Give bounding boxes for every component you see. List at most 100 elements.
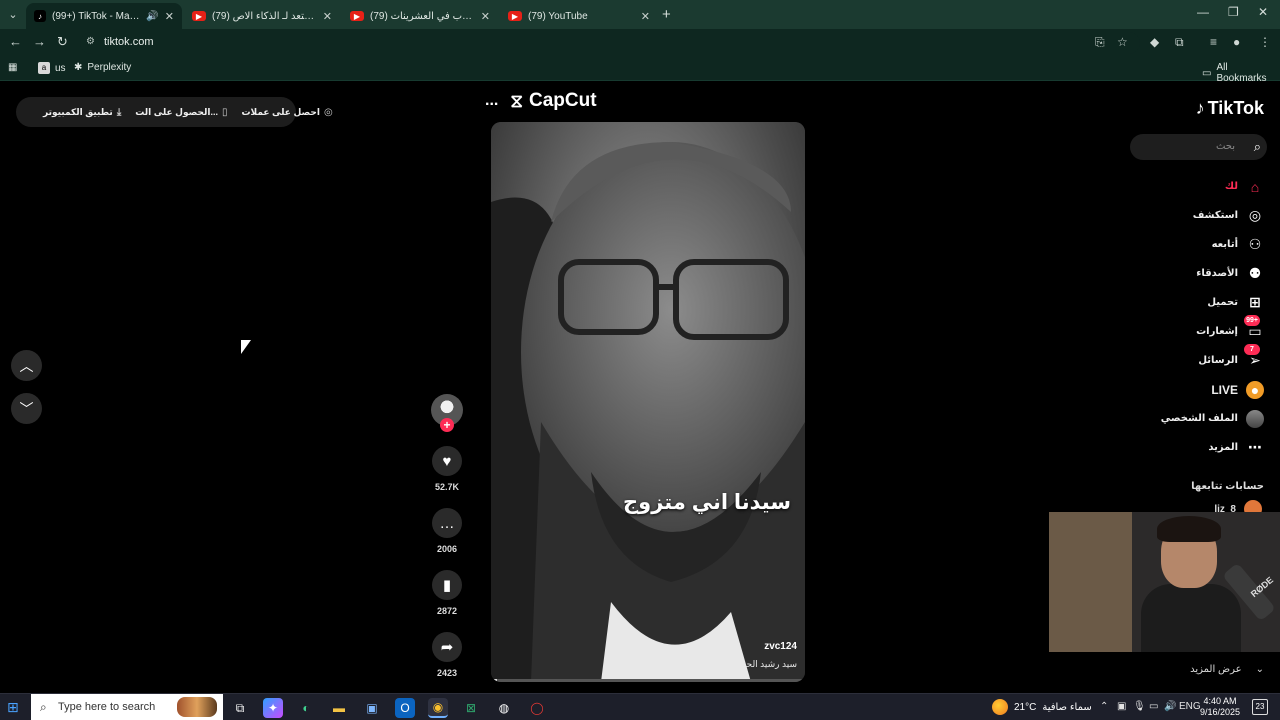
tab-youtube[interactable]: ▶ (79) YouTube ✕ bbox=[500, 3, 658, 29]
all-bookmarks[interactable]: ▭ All Bookmarks bbox=[1202, 62, 1280, 84]
video-player[interactable]: سيدنا اني متزوج zvc124 #سيد رشيد الحسيني bbox=[491, 122, 805, 682]
desktop-app-link[interactable]: تطبيق الكمبيوتر ⤓ bbox=[43, 107, 121, 118]
windows-start-icon[interactable]: ⊞ bbox=[7, 699, 19, 716]
back-icon[interactable]: ← bbox=[9, 34, 22, 49]
video-description[interactable]: #سيد رشيد الحسيني bbox=[721, 659, 797, 670]
mobile-app-link[interactable]: الحصول على الت... ▯ bbox=[135, 107, 227, 118]
volume-icon[interactable]: 🔊 bbox=[1164, 701, 1176, 712]
reading-list-icon[interactable]: ≡ bbox=[1210, 35, 1217, 49]
bookmark-star-icon[interactable]: ☆ bbox=[1117, 35, 1128, 49]
nav-live[interactable]: LIVE ● bbox=[1134, 375, 1264, 404]
obs-icon[interactable]: ◍ bbox=[494, 698, 514, 718]
tab-title: (79) أزمة الشباب في العشرينات ... bbox=[370, 10, 475, 22]
heart-icon[interactable]: ♥ bbox=[432, 446, 462, 476]
nav-label: الملف الشخصي bbox=[1160, 413, 1238, 424]
show-more-link[interactable]: عرض المزيد ⌄ bbox=[1190, 664, 1264, 675]
nav-label: استكشف bbox=[1192, 210, 1238, 221]
profile-avatar[interactable]: ● bbox=[1233, 35, 1240, 49]
creator-avatar[interactable]: + bbox=[431, 394, 463, 432]
task-view-icon[interactable]: ⧉ bbox=[230, 698, 250, 718]
tray-overflow-icon[interactable]: ⌃ bbox=[1100, 701, 1108, 712]
network-icon[interactable]: ▭ bbox=[1149, 701, 1158, 712]
amazon-icon: a bbox=[38, 62, 50, 74]
nav-explore[interactable]: استكشف ◎ bbox=[1134, 201, 1264, 230]
chrome-icon[interactable]: ◉ bbox=[428, 698, 448, 718]
follow-plus-icon[interactable]: + bbox=[440, 418, 454, 432]
nav-for-you[interactable]: لك ⌂ bbox=[1134, 172, 1264, 201]
nav-messages[interactable]: الرسائل ➢ 7 bbox=[1134, 343, 1264, 375]
tiktok-icon: ♪ bbox=[34, 10, 46, 22]
close-tab-icon[interactable]: ✕ bbox=[481, 10, 490, 23]
search-icon[interactable]: ⌕ bbox=[1254, 139, 1261, 155]
microphone-icon[interactable]: 🎙 bbox=[1133, 701, 1146, 712]
nav-notifications[interactable]: إشعارات ▭ 99+ bbox=[1134, 314, 1264, 346]
site-info-icon[interactable]: ⚙ bbox=[86, 36, 95, 47]
copilot-icon[interactable]: ✦ bbox=[263, 698, 283, 718]
save-action[interactable]: ▮ 2872 bbox=[430, 570, 464, 616]
more-options-icon[interactable]: ... bbox=[485, 92, 498, 110]
nav-upload[interactable]: تحميل ⊞ bbox=[1134, 288, 1264, 317]
bookmark-perplexity[interactable]: ✱ Perplexity bbox=[74, 62, 131, 73]
file-explorer-icon[interactable]: ▬ bbox=[329, 698, 349, 718]
address-bar[interactable]: ⚙ tiktok.com bbox=[80, 32, 1140, 54]
next-video-button[interactable]: ﹀ bbox=[11, 393, 42, 424]
extension-icon[interactable]: ◆ bbox=[1150, 35, 1159, 49]
nav-friends[interactable]: الأصدقاء ⚉ bbox=[1134, 259, 1264, 288]
comment-icon[interactable]: … bbox=[432, 508, 462, 538]
friends-icon: ⚉ bbox=[1248, 265, 1262, 281]
store-icon[interactable]: ▣ bbox=[362, 698, 382, 718]
close-tab-icon[interactable]: ✕ bbox=[165, 10, 174, 23]
forward-icon[interactable]: → bbox=[33, 34, 46, 49]
messages-badge: 7 bbox=[1244, 343, 1260, 355]
tray-app-icon[interactable]: ▣ bbox=[1117, 701, 1126, 712]
new-tab-button[interactable]: + bbox=[662, 6, 671, 23]
install-app-icon[interactable]: ⎘ bbox=[1095, 35, 1105, 50]
desktop-app-label: تطبيق الكمبيوتر bbox=[43, 106, 113, 117]
search-input[interactable]: بحث ⌕ bbox=[1130, 134, 1267, 160]
bookmark-icon[interactable]: ▮ bbox=[432, 570, 462, 600]
language-indicator[interactable]: ENG bbox=[1179, 701, 1201, 712]
close-tab-icon[interactable]: ✕ bbox=[323, 10, 332, 23]
speaker-icon[interactable]: 🔊 bbox=[146, 11, 158, 22]
share-icon[interactable]: ➦ bbox=[432, 632, 462, 662]
nav-label: المزيد bbox=[1208, 442, 1238, 453]
following-accounts-header: حسابات تتابعها bbox=[1191, 481, 1264, 492]
nav-following[interactable]: أتابعه ⚇ bbox=[1134, 230, 1264, 259]
previous-video-button[interactable]: ︿ bbox=[11, 350, 42, 381]
perplexity-icon: ✱ bbox=[74, 62, 83, 73]
url-text: tiktok.com bbox=[104, 36, 154, 48]
capcut-label: CapCut bbox=[528, 90, 597, 111]
nav-more[interactable]: المزيد ⋯ bbox=[1134, 433, 1264, 462]
like-action[interactable]: ♥ 52.7K bbox=[430, 446, 464, 492]
recorder-icon[interactable]: ◯ bbox=[527, 698, 547, 718]
restore-icon[interactable]: ❐ bbox=[1228, 5, 1239, 19]
extensions-puzzle-icon[interactable]: ⧉ bbox=[1175, 35, 1184, 50]
tab-tiktok[interactable]: ♪ (99+) TikTok - Make Your D... 🔊 ✕ bbox=[26, 3, 182, 29]
taskbar-search-box[interactable]: ⌕ Type here to search bbox=[31, 694, 223, 720]
apps-icon[interactable]: ▦ bbox=[8, 62, 17, 73]
tab-title: (99+) TikTok - Make Your D... bbox=[52, 10, 142, 22]
action-bar: + ♥ 52.7K … 2006 ▮ 2872 ➦ 2423 bbox=[430, 394, 464, 720]
comment-action[interactable]: … 2006 bbox=[430, 508, 464, 554]
outlook-icon[interactable]: O bbox=[395, 698, 415, 718]
video-author[interactable]: zvc124 bbox=[764, 641, 797, 652]
tab-youtube-ai[interactable]: ▶ (79) هل انت مستعد لـ الذكاء الاص... ✕ bbox=[184, 3, 340, 29]
reload-icon[interactable]: ↻ bbox=[57, 34, 68, 50]
weather-widget[interactable]: 21°C سماء صافية bbox=[992, 699, 1092, 715]
excel-icon[interactable]: ⊠ bbox=[461, 698, 481, 718]
minimize-icon[interactable]: — bbox=[1197, 5, 1209, 19]
tab-youtube-youth[interactable]: ▶ (79) أزمة الشباب في العشرينات ... ✕ bbox=[342, 3, 498, 29]
tiktok-logo[interactable]: ♪ TikTok bbox=[1196, 98, 1264, 119]
notification-center-icon[interactable]: 23 bbox=[1252, 699, 1268, 715]
get-coins-link[interactable]: احصل على عملات ◎ bbox=[241, 107, 332, 118]
close-tab-icon[interactable]: ✕ bbox=[641, 10, 650, 23]
tab-search-icon[interactable]: ⌄ bbox=[4, 6, 22, 24]
close-window-icon[interactable]: ✕ bbox=[1258, 5, 1268, 19]
bookmark-us[interactable]: a us bbox=[38, 62, 66, 74]
video-progress-bar[interactable] bbox=[491, 679, 805, 682]
menu-icon[interactable]: ⋮ bbox=[1259, 35, 1271, 49]
edge-icon[interactable]: ◐ bbox=[296, 698, 316, 718]
system-clock[interactable]: 4:40 AM 9/16/2025 bbox=[1200, 696, 1240, 718]
nav-profile[interactable]: الملف الشخصي bbox=[1134, 404, 1264, 433]
share-action[interactable]: ➦ 2423 bbox=[430, 632, 464, 678]
